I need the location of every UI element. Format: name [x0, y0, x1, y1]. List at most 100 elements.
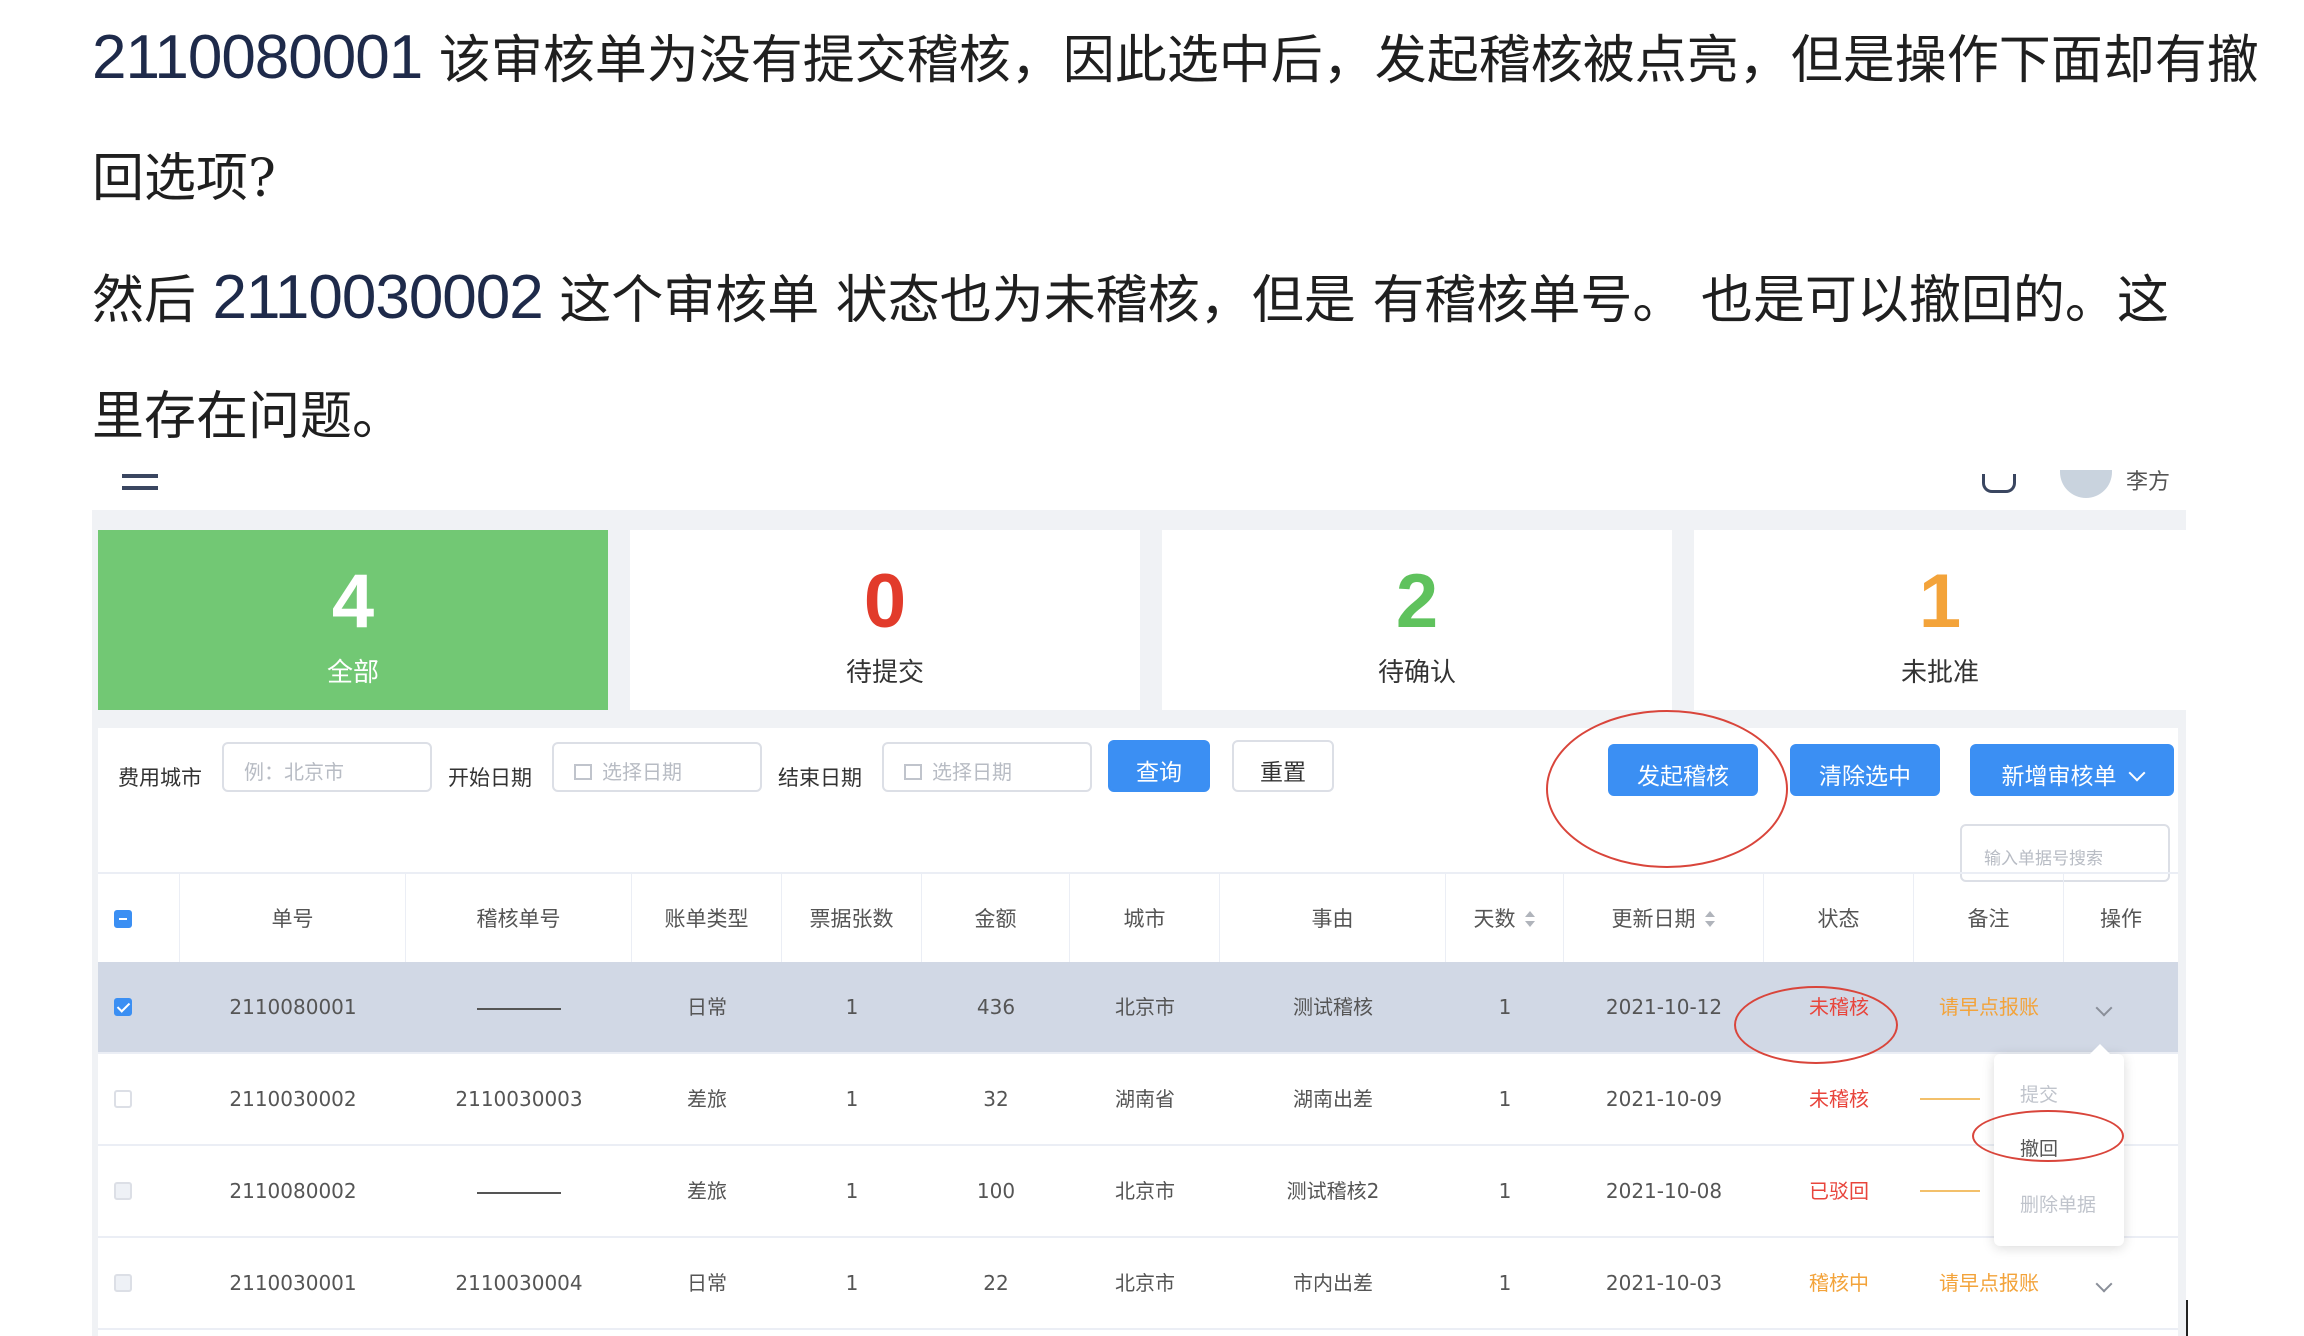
sort-icon — [1524, 911, 1536, 929]
note-text: 然后 — [92, 271, 213, 331]
note-text: 该审核单为没有提交稽核，因此选中后，发起稽核被点亮，但是操作下面却有撤 — [422, 31, 2259, 91]
stat-value: 4 — [331, 559, 375, 644]
stat-card-pending-confirm[interactable]: 2 待确认 — [1162, 530, 1672, 710]
clear-selection-button[interactable]: 清除选中 — [1790, 744, 1940, 796]
row-checkbox[interactable] — [114, 998, 132, 1016]
sort-icon — [1704, 911, 1716, 929]
amount: 436 — [976, 995, 1016, 1019]
end-date-label: 结束日期 — [778, 766, 862, 790]
select-all-checkbox[interactable] — [114, 910, 132, 928]
stat-label: 未批准 — [1900, 658, 1979, 688]
new-audit-button[interactable]: 新增审核单 — [1970, 744, 2174, 796]
status: 已驳回 — [1809, 1179, 1869, 1203]
table-row[interactable]: 2110080001 日常 1 436 北京市 测试稽核 1 2021-10-1… — [98, 962, 2178, 1054]
update-date: 2021-10-08 — [1605, 1179, 1723, 1203]
empty-dash — [477, 1191, 561, 1194]
stat-card-all[interactable]: 4 全部 — [98, 530, 608, 710]
days: 1 — [1498, 1087, 1512, 1111]
new-audit-label: 新增审核单 — [2001, 764, 2117, 790]
order-id: 2110030002 — [229, 1087, 357, 1111]
dropdown-item-submit[interactable]: 提交 — [2020, 1080, 2058, 1107]
end-date-placeholder: 选择日期 — [932, 760, 1012, 784]
audit-no-empty — [406, 1146, 632, 1236]
start-date-label: 开始日期 — [448, 766, 532, 790]
user-name[interactable]: 李方 — [2126, 470, 2170, 496]
dropdown-item-delete[interactable]: 删除单据 — [2020, 1190, 2096, 1217]
chevron-down-icon[interactable] — [2095, 1275, 2113, 1293]
table-row[interactable]: 2110080002 差旅 1 100 北京市 测试稽核2 1 2021-10-… — [98, 1146, 2178, 1238]
update-date: 2021-10-09 — [1605, 1087, 1723, 1111]
bell-icon[interactable] — [1982, 474, 2016, 493]
days: 1 — [1498, 995, 1512, 1019]
ticket-count: 1 — [845, 1087, 859, 1111]
table-row[interactable]: 2110030001 2110030004 日常 1 22 北京市 市内出差 1… — [98, 1238, 2178, 1330]
column-header: 票据张数 — [782, 874, 922, 964]
reason: 测试稽核 — [1293, 995, 1373, 1019]
reset-button[interactable]: 重置 — [1232, 740, 1334, 792]
audit-app: 李方 4 全部 0 待提交 2 待确认 1 未批准 费用城市 例：北京市 开始日… — [92, 470, 2186, 1336]
start-audit-button[interactable]: 发起稽核 — [1608, 744, 1758, 796]
update-date: 2021-10-03 — [1605, 1271, 1723, 1295]
avatar[interactable] — [2060, 470, 2112, 498]
stat-label: 全部 — [326, 658, 379, 688]
column-header: 天数 — [1473, 907, 1516, 931]
status: 未稽核 — [1809, 1087, 1869, 1111]
chevron-down-icon[interactable] — [2095, 999, 2113, 1017]
column-header: 更新日期 — [1611, 907, 1696, 931]
list-panel: 费用城市 例：北京市 开始日期 选择日期 结束日期 选择日期 查询 重置 发起稽… — [98, 710, 2178, 1336]
city-label: 费用城市 — [118, 766, 202, 790]
status: 未稽核 — [1809, 995, 1869, 1019]
amount: 22 — [983, 1271, 1009, 1295]
operations-dropdown: 提交 撤回 删除单据 — [1994, 1044, 2124, 1246]
days: 1 — [1498, 1271, 1512, 1295]
update-date: 2021-10-12 — [1605, 995, 1723, 1019]
calendar-icon — [574, 764, 592, 780]
note-text: 这个审核单 状态也为未稽核，但是 有稽核单号。 也是可以撤回的。这 — [542, 271, 2169, 331]
app-header: 李方 — [92, 470, 2186, 510]
date-header[interactable]: 更新日期 — [1564, 874, 1764, 964]
stat-card-not-approved[interactable]: 1 未批准 — [1694, 530, 2186, 710]
query-button[interactable]: 查询 — [1108, 740, 1210, 792]
note-line-2: 回选项? — [92, 136, 276, 211]
note-order-number: 2110080001 — [92, 23, 423, 92]
text-cursor — [2186, 1300, 2188, 1336]
order-id: 2110080002 — [229, 1179, 357, 1203]
stat-card-pending-submit[interactable]: 0 待提交 — [630, 530, 1140, 710]
days-header[interactable]: 天数 — [1446, 874, 1564, 964]
city: 湖南省 — [1115, 1087, 1175, 1111]
city: 北京市 — [1115, 1271, 1175, 1295]
stat-label: 待提交 — [845, 658, 924, 688]
end-date-input[interactable]: 选择日期 — [882, 742, 1092, 792]
city-input[interactable]: 例：北京市 — [222, 742, 432, 792]
row-checkbox[interactable] — [114, 1090, 132, 1108]
column-header: 操作 — [2100, 907, 2142, 931]
remark-empty-line — [1920, 1190, 1980, 1192]
stat-value: 1 — [1918, 559, 1962, 644]
note-order-number: 2110030002 — [212, 263, 544, 332]
row-checkbox[interactable] — [114, 1182, 132, 1200]
start-date-input[interactable]: 选择日期 — [552, 742, 762, 792]
bill-type: 差旅 — [687, 1087, 727, 1111]
stat-value: 2 — [1395, 559, 1439, 644]
chevron-down-icon — [2128, 764, 2145, 782]
note-line-1: 2110080001 该审核单为没有提交稽核，因此选中后，发起稽核被点亮，但是操… — [92, 18, 2259, 93]
amount: 100 — [976, 1179, 1016, 1203]
column-header: 稽核单号 — [406, 874, 632, 964]
note-line-4: 里存在问题。 — [92, 374, 404, 449]
column-header: 金额 — [922, 874, 1070, 964]
row-checkbox[interactable] — [114, 1274, 132, 1292]
column-header: 状态 — [1764, 874, 1914, 964]
status: 稽核中 — [1809, 1271, 1869, 1295]
column-header: 单号 — [180, 874, 406, 964]
empty-dash — [477, 1007, 561, 1010]
days: 1 — [1498, 1179, 1512, 1203]
bill-type: 差旅 — [687, 1179, 727, 1203]
column-header: 账单类型 — [632, 874, 782, 964]
audit-no-empty — [406, 962, 632, 1052]
table-row[interactable]: 2110030002 2110030003 差旅 1 32 湖南省 湖南出差 1… — [98, 1054, 2178, 1146]
remark: 请早点报账 — [1939, 1271, 2039, 1295]
city: 北京市 — [1115, 995, 1175, 1019]
stat-value: 0 — [863, 559, 907, 644]
dropdown-item-withdraw[interactable]: 撤回 — [2020, 1134, 2058, 1161]
menu-icon[interactable] — [122, 474, 158, 490]
